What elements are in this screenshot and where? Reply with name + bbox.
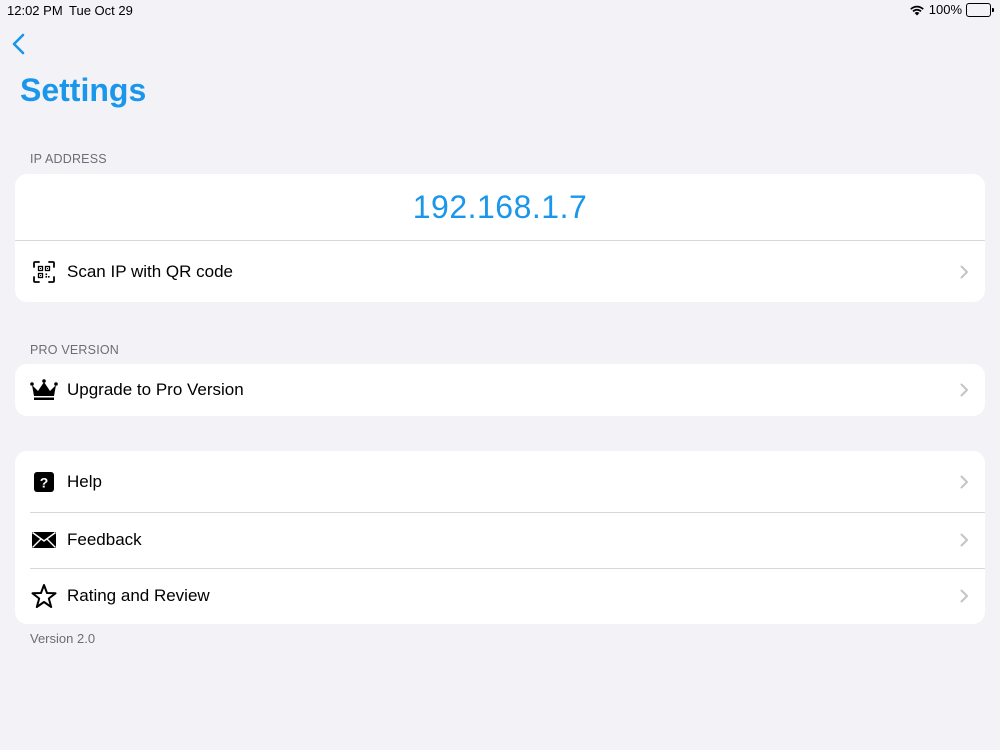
help-row[interactable]: ? Help <box>15 451 985 512</box>
chevron-right-icon <box>960 475 968 488</box>
upgrade-pro-label: Upgrade to Pro Version <box>67 380 244 399</box>
upgrade-pro-row[interactable]: Upgrade to Pro Version <box>15 364 985 416</box>
envelope-icon <box>30 526 58 554</box>
pro-version-card: Upgrade to Pro Version <box>15 364 985 416</box>
support-card: ? Help Feedback Rating and Review <box>15 451 985 624</box>
battery-icon <box>966 2 994 17</box>
svg-text:?: ? <box>40 474 49 490</box>
back-button[interactable] <box>9 31 31 57</box>
help-icon: ? <box>30 468 58 496</box>
version-text: Version 2.0 <box>30 631 96 646</box>
status-date: Tue Oct 29 <box>69 3 133 18</box>
section-header-ip-address: IP ADDRESS <box>30 152 107 166</box>
chevron-left-icon <box>12 33 25 55</box>
scan-qr-row[interactable]: Scan IP with QR code <box>15 240 985 302</box>
wifi-icon <box>909 4 925 16</box>
chevron-right-icon <box>960 589 968 603</box>
chevron-right-icon <box>960 265 968 279</box>
help-label: Help <box>67 471 102 491</box>
scan-qr-label: Scan IP with QR code <box>67 262 233 281</box>
ip-address-value: 192.168.1.7 <box>412 188 588 225</box>
feedback-label: Feedback <box>67 530 142 549</box>
ip-address-card: 192.168.1.7 Scan IP with QR code <box>15 174 985 302</box>
star-icon <box>30 582 58 610</box>
rating-review-row[interactable]: Rating and Review <box>15 568 985 624</box>
status-indicators: 100% <box>909 2 994 17</box>
rating-review-label: Rating and Review <box>67 586 210 605</box>
qr-scan-icon <box>30 258 58 286</box>
battery-percent: 100% <box>928 2 962 17</box>
section-header-pro-version: PRO VERSION <box>30 343 120 357</box>
feedback-row[interactable]: Feedback <box>15 512 985 568</box>
status-time: 12:02 PM <box>7 3 63 18</box>
chevron-right-icon <box>960 383 968 397</box>
crown-icon <box>30 376 58 404</box>
page-title: Settings <box>20 72 147 108</box>
chevron-right-icon <box>960 533 968 547</box>
status-bar: 12:02 PM Tue Oct 29 100% <box>0 0 1000 20</box>
